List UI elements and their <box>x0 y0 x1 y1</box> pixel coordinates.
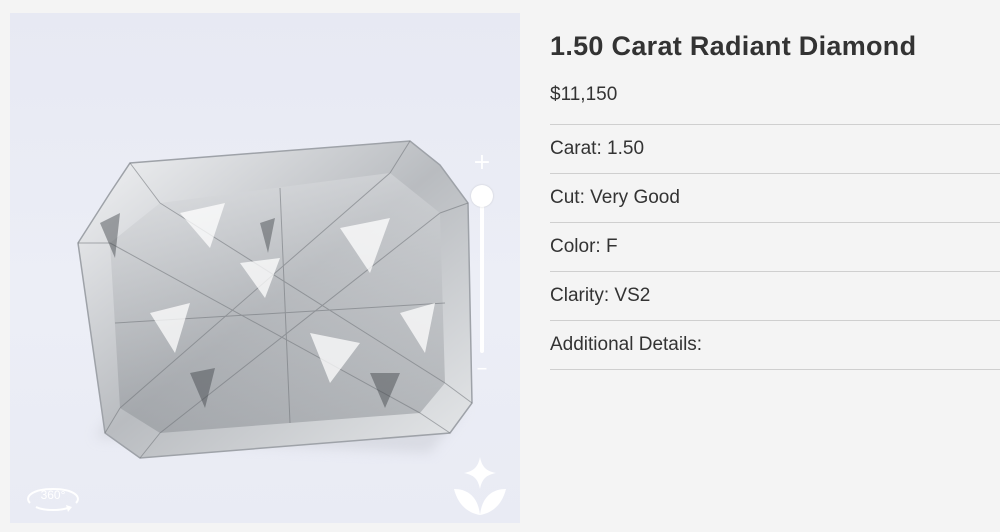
spec-label: Cut: <box>550 187 585 208</box>
spec-value: Very Good <box>590 187 680 208</box>
spec-row-cut: Cut: Very Good <box>550 174 1000 223</box>
zoom-slider-track[interactable] <box>480 198 484 353</box>
spec-label: Color: <box>550 236 601 257</box>
diamond-image[interactable] <box>10 13 520 523</box>
plus-icon[interactable]: + <box>472 152 492 174</box>
product-details: 1.50 Carat Radiant Diamond $11,150 Carat… <box>550 28 1000 370</box>
minus-icon[interactable]: – <box>472 358 492 380</box>
spec-value: F <box>605 236 618 257</box>
zoom-slider-handle[interactable] <box>471 185 493 207</box>
spec-row-carat: Carat: 1.50 <box>550 125 1000 174</box>
product-price: $11,150 <box>550 84 618 105</box>
spec-list: Carat: 1.50 Cut: Very Good Color: F Clar… <box>550 124 1000 370</box>
spec-label: Carat: <box>550 138 602 159</box>
diamond-viewer[interactable]: + – 360° <box>10 13 520 523</box>
spec-value: 1.50 <box>607 138 645 159</box>
spec-value: VS2 <box>614 285 651 306</box>
spec-label: Additional Details: <box>550 334 703 355</box>
spec-row-color: Color: F <box>550 223 1000 272</box>
rotate-360-label: 360° <box>41 488 66 502</box>
spec-row-additional-details[interactable]: Additional Details: <box>550 321 1000 370</box>
rotate-360-icon[interactable]: 360° <box>22 477 84 517</box>
brand-logo <box>454 457 506 515</box>
spec-row-clarity: Clarity: VS2 <box>550 272 1000 321</box>
product-title: 1.50 Carat Radiant Diamond <box>550 31 917 61</box>
spec-label: Clarity: <box>550 285 610 306</box>
